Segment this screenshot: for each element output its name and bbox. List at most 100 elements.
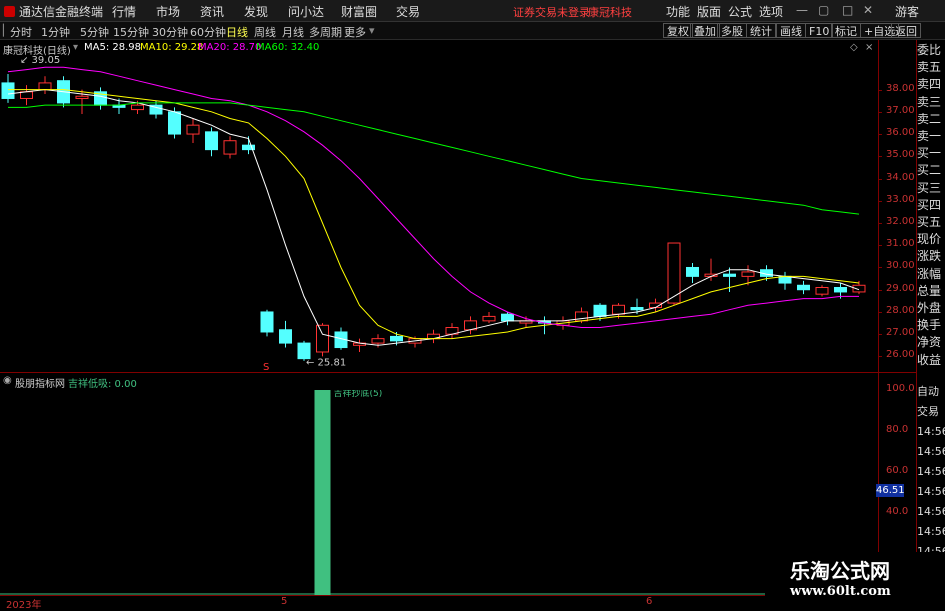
side-quote-label: 卖一 <box>917 129 942 143</box>
tab-period-more[interactable]: 更多 <box>344 24 366 40</box>
minimize-icon[interactable]: — <box>796 3 808 17</box>
indicator-tick-label: 80.0 <box>886 424 909 435</box>
panel-divider <box>0 372 917 373</box>
menu-item-discover[interactable]: 发现 <box>244 3 268 20</box>
side-trade-item[interactable]: 14:56 <box>917 523 945 541</box>
side-trade-item[interactable]: 交易 <box>917 403 945 421</box>
statistics-button[interactable]: 统计 <box>746 23 776 38</box>
side-quote-label: 涨幅 <box>917 266 942 281</box>
guest-user[interactable]: 游客 <box>895 3 919 20</box>
indicator-tick-label: 100.0 <box>886 383 915 394</box>
side-quote-label: 收益 <box>917 352 942 367</box>
restore-icon[interactable]: ▢ <box>818 3 829 17</box>
menu-layout[interactable]: 版面 <box>697 3 721 20</box>
app-title: 通达信金融终端 <box>4 3 103 20</box>
price-tick-mark <box>878 156 882 158</box>
close-panel-icon[interactable]: × <box>865 42 873 53</box>
candle-body <box>612 304 625 315</box>
ma20-label: MA20: 28.70 <box>198 42 262 53</box>
price-tick-mark <box>878 334 882 336</box>
candle-body <box>279 329 292 344</box>
menu-item-wealth[interactable]: 财富圈 <box>341 3 377 20</box>
multi-stock-button[interactable]: 多股 <box>717 23 747 38</box>
tab-period-15min[interactable]: 15分钟 <box>113 24 149 40</box>
menu-item-news[interactable]: 资讯 <box>200 3 224 20</box>
draw-line-button[interactable]: 画线 <box>776 23 806 38</box>
settings-diamond-icon[interactable]: ◇ <box>850 42 858 53</box>
tab-period-1min[interactable]: 1分钟 <box>41 24 70 40</box>
price-tick-mark <box>878 200 882 202</box>
candle-body <box>390 335 403 342</box>
indicator-toggle-icon[interactable]: ◉ <box>3 375 12 386</box>
candle-body <box>371 338 385 344</box>
candle-body <box>186 124 200 135</box>
price-tick-label: 30.00 <box>886 260 915 272</box>
indicator-tick-label: 60.0 <box>886 465 909 476</box>
price-tick-label: 27.00 <box>886 327 915 339</box>
app-logo-icon <box>4 6 15 17</box>
ma60-label: MA60: 32.40 <box>256 42 320 53</box>
current-value-tag: 46.51 <box>876 484 905 497</box>
stock-title: 康冠科技 <box>588 6 632 19</box>
tab-period-timeshare[interactable]: 分时 <box>10 24 32 40</box>
indicator-chart[interactable]: 吉祥抄底(5) <box>0 390 878 595</box>
candle-body <box>316 324 329 353</box>
side-trade-item[interactable]: 14:56 <box>917 503 945 521</box>
menu-options[interactable]: 选项 <box>759 3 783 20</box>
period-toolbar: ▏ 分时 1分钟 5分钟 15分钟 30分钟 60分钟 日线 周线 月线 多周期… <box>0 22 945 40</box>
more-dropdown-icon[interactable]: ▾ <box>369 24 375 37</box>
price-tick-label: 35.00 <box>886 149 915 161</box>
side-quote-label: 换手 <box>917 318 942 333</box>
tab-period-30min[interactable]: 30分钟 <box>152 24 188 40</box>
candle-body <box>593 304 607 317</box>
tab-period-daily[interactable]: 日线 <box>226 24 248 40</box>
overlay-button[interactable]: 叠加 <box>690 23 720 38</box>
candle-body <box>834 286 847 293</box>
price-tick-mark <box>878 134 882 136</box>
side-quote-label: 买二 <box>917 163 942 178</box>
title-bar: 通达信金融终端 行情 市场 资讯 发现 问小达 财富圈 交易 证券交易未登录 康… <box>0 0 945 22</box>
candle-body <box>297 342 311 360</box>
tab-period-multi[interactable]: 多周期 <box>309 24 342 40</box>
menu-item-trade[interactable]: 交易 <box>396 3 420 20</box>
price-tick-mark <box>878 289 882 291</box>
indicator-bar-label: 吉祥抄底(5) <box>334 390 383 399</box>
login-warning[interactable]: 证券交易未登录 <box>513 4 590 20</box>
low-price-label: ← 25.81 <box>306 357 346 368</box>
menu-function[interactable]: 功能 <box>666 3 690 20</box>
tab-period-weekly[interactable]: 周线 <box>254 24 276 40</box>
price-tick-label: 38.00 <box>886 82 915 94</box>
ma-line-ma60 <box>8 102 860 215</box>
mark-button[interactable]: 标记 <box>831 23 861 38</box>
candle-body <box>797 284 810 291</box>
main-chart-dropdown-icon[interactable]: ▾ <box>73 42 78 53</box>
close-icon[interactable]: ✕ <box>863 3 873 17</box>
side-quote-label: 涨跌 <box>917 249 942 264</box>
side-trade-item[interactable]: 自动 <box>917 383 945 401</box>
price-tick-mark <box>878 89 882 91</box>
back-button[interactable]: 返回 <box>891 23 921 38</box>
side-quote-label: 卖二 <box>917 111 942 126</box>
tab-period-monthly[interactable]: 月线 <box>282 24 304 40</box>
price-tick-label: 36.00 <box>886 127 915 139</box>
side-quote-label: 总量 <box>917 283 942 298</box>
candlestick-chart[interactable]: ↙ 39.05 ← 25.81 S <box>0 54 878 372</box>
adjust-button[interactable]: 复权 <box>663 23 693 38</box>
side-trade-item[interactable]: 14:56 <box>917 463 945 481</box>
side-trade-item[interactable]: 14:56 <box>917 443 945 461</box>
tab-period-60min[interactable]: 60分钟 <box>190 24 226 40</box>
menu-formula[interactable]: 公式 <box>728 3 752 20</box>
side-trade-item[interactable]: 14:56 <box>917 423 945 441</box>
candle-body <box>815 286 829 295</box>
candle-body <box>75 95 89 99</box>
x-tick-6: 6 <box>646 596 653 607</box>
menu-item-ask[interactable]: 问小达 <box>288 3 324 20</box>
menu-item-market[interactable]: 行情 <box>112 3 136 20</box>
tab-period-5min[interactable]: 5分钟 <box>80 24 109 40</box>
side-trade-item[interactable]: 14:56 <box>917 483 945 501</box>
indicator-series-label: 吉祥低吸: 0.00 <box>68 379 137 390</box>
maximize-icon[interactable]: □ <box>842 3 853 17</box>
f10-button[interactable]: F10 <box>805 23 834 38</box>
candle-body <box>482 315 496 322</box>
menu-item-markets[interactable]: 市场 <box>156 3 180 20</box>
